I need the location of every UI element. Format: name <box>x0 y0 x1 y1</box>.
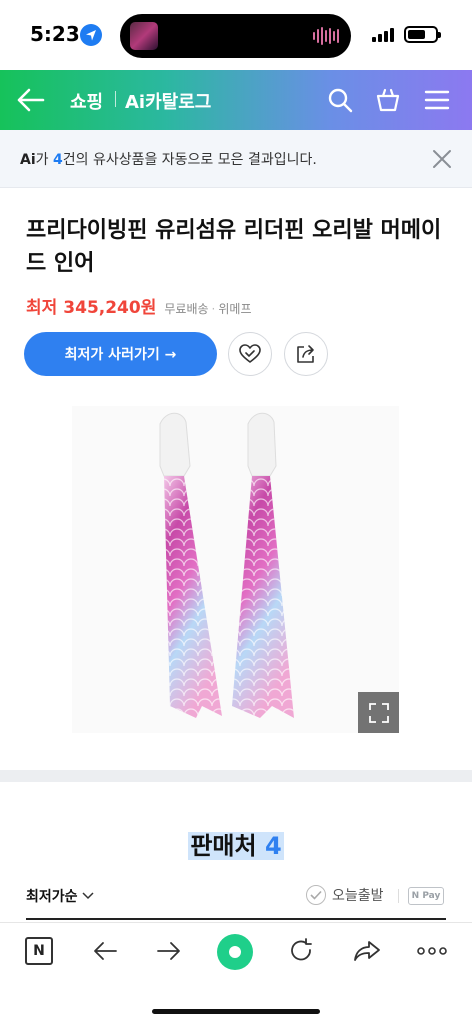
sort-label: 최저가순 <box>26 889 78 905</box>
shipping-info: 무료배송 <box>164 302 209 316</box>
arrow-right-icon <box>157 942 180 960</box>
forward-share-icon <box>354 941 380 961</box>
shopping-bag-icon <box>376 88 400 112</box>
menu-button[interactable] <box>424 89 450 115</box>
close-banner-button[interactable] <box>430 147 454 175</box>
refresh-icon <box>291 938 312 961</box>
search-icon <box>328 88 353 113</box>
share-page-button[interactable] <box>352 937 382 965</box>
back-button[interactable] <box>16 86 46 114</box>
sort-dropdown[interactable]: 최저가순 <box>26 886 95 906</box>
shopping-link[interactable]: 쇼핑 <box>70 88 103 114</box>
nav-divider <box>115 91 116 107</box>
heart-check-icon <box>239 344 261 363</box>
product-title: 프리다이빙핀 유리섬유 리더핀 오리발 머메이드 인어 <box>26 218 442 276</box>
sort-underline <box>26 918 446 920</box>
location-icon <box>80 24 102 46</box>
browser-toolbar: N <box>0 922 472 1024</box>
ai-catalog-title[interactable]: Ai카탈로그 <box>125 88 211 114</box>
share-icon <box>297 345 314 363</box>
separator-dot: · <box>211 302 216 316</box>
price-row: 최저 345,240원 무료배송 · 위메프 <box>26 293 251 318</box>
sellers-title: 판매처 <box>190 832 257 860</box>
browser-back-button[interactable] <box>91 937 119 965</box>
now-playing-thumbnail <box>130 22 158 50</box>
status-bar: 5:23 <box>0 0 472 70</box>
ai-text-suffix: 건의 유사상품을 자동으로 모은 결과입니다. <box>62 152 317 168</box>
today-shipping-filter[interactable]: 오늘출발 <box>306 885 384 905</box>
ai-result-banner: Ai가 4건의 유사상품을 자동으로 모은 결과입니다. <box>0 130 472 188</box>
price-label: 최저 <box>26 298 58 318</box>
today-shipping-label: 오늘출발 <box>332 888 384 904</box>
mermaid-fins-image <box>159 412 294 718</box>
ai-result-count: 4 <box>52 152 63 168</box>
back-arrow-icon <box>17 88 45 112</box>
wishlist-button[interactable] <box>228 332 272 376</box>
expand-image-button[interactable] <box>358 692 399 733</box>
sellers-heading-highlight: 판매처 4 <box>188 832 284 860</box>
sellers-count: 4 <box>264 832 282 860</box>
home-indicator[interactable] <box>152 1009 320 1014</box>
check-circle-icon <box>306 885 326 905</box>
npay-filter[interactable]: N Pay <box>408 887 444 905</box>
lowest-price-buy-button[interactable]: 최저가 사러가기 → <box>24 332 217 376</box>
arrow-left-icon <box>94 942 117 960</box>
dynamic-island <box>120 14 351 58</box>
ai-text-prefix: 가 <box>35 152 53 168</box>
search-button[interactable] <box>327 87 353 117</box>
price-value: 345,240원 <box>63 298 157 318</box>
share-button[interactable] <box>284 332 328 376</box>
chevron-down-icon <box>82 892 94 900</box>
more-dots-icon <box>417 947 447 955</box>
product-image[interactable] <box>72 406 399 733</box>
ai-banner-text: Ai가 4건의 유사상품을 자동으로 모은 결과입니다. <box>20 149 317 169</box>
close-icon <box>433 150 451 168</box>
hamburger-menu-icon <box>424 90 450 110</box>
seller-name: 위메프 <box>218 302 252 316</box>
battery-icon <box>404 26 441 43</box>
audio-wave-icon <box>313 27 339 45</box>
status-time: 5:23 <box>30 22 80 46</box>
browser-forward-button[interactable] <box>155 937 183 965</box>
section-divider <box>0 770 472 782</box>
more-options-button[interactable] <box>416 937 448 965</box>
cellular-signal-icon <box>372 28 394 42</box>
app-header: 쇼핑 Ai카탈로그 <box>0 70 472 130</box>
sellers-heading: 판매처 4 <box>0 826 472 861</box>
green-dot-button[interactable] <box>217 934 253 970</box>
fullscreen-icon <box>368 702 389 723</box>
ai-mark: Ai <box>20 152 36 168</box>
cart-button[interactable] <box>375 87 401 117</box>
filter-divider <box>398 889 399 903</box>
refresh-button[interactable] <box>287 937 315 965</box>
naver-home-button[interactable]: N <box>25 937 53 965</box>
